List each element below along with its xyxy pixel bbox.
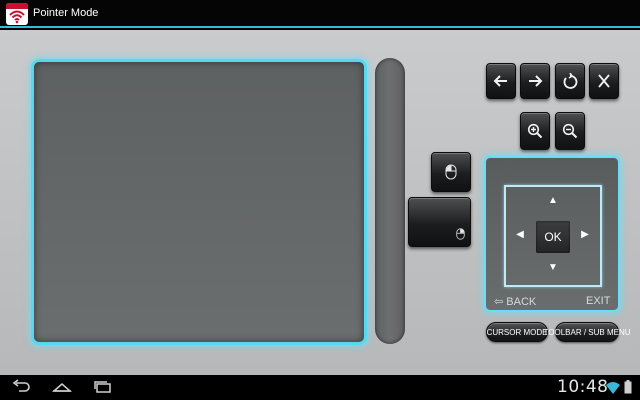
left-click-button[interactable]: [431, 152, 471, 192]
zoom-out-icon: [562, 123, 578, 139]
back-button[interactable]: [486, 63, 516, 99]
window-title: Pointer Mode: [33, 7, 99, 19]
dpad-up-button[interactable]: ▲: [546, 196, 560, 208]
arrow-right-icon: [527, 74, 543, 88]
dpad-left-button[interactable]: ◀: [513, 230, 527, 242]
clock: 10:48: [557, 377, 609, 397]
mouse-right-button-icon: [456, 228, 465, 240]
system-nav-bar: 10:48: [0, 375, 640, 400]
title-bar: Pointer Mode: [0, 0, 640, 28]
main-content: ▲ ▼ ◀ ▶ OK ⇦ BACK EXIT CURSOR MODE TOOLB…: [0, 30, 640, 375]
cursor-mode-button[interactable]: CURSOR MODE: [486, 322, 548, 342]
recent-apps-icon[interactable]: [92, 379, 114, 400]
exit-link[interactable]: EXIT: [586, 295, 610, 307]
dpad-down-button[interactable]: ▼: [546, 263, 560, 275]
zoom-in-button[interactable]: [520, 112, 550, 150]
home-icon[interactable]: [51, 379, 73, 400]
back-icon[interactable]: [10, 379, 32, 400]
scroll-strip[interactable]: [375, 58, 405, 344]
dpad: ▲ ▼ ◀ ▶ OK: [504, 185, 602, 287]
zoom-in-icon: [527, 123, 543, 139]
close-x-icon: [597, 73, 611, 89]
touchpad-area[interactable]: [31, 59, 367, 345]
arrow-left-icon: [493, 74, 509, 88]
back-link[interactable]: ⇦ BACK: [494, 295, 536, 308]
battery-icon: [624, 380, 632, 399]
right-click-button[interactable]: [408, 197, 471, 247]
mouse-left-button-icon: [445, 164, 457, 180]
wifi-signal-icon: [6, 3, 28, 25]
forward-button[interactable]: [520, 63, 550, 99]
ok-button[interactable]: OK: [536, 221, 570, 253]
close-button[interactable]: [589, 63, 619, 99]
zoom-out-button[interactable]: [555, 112, 585, 150]
rotate-icon: [562, 73, 578, 89]
toolbar-sub-menu-button[interactable]: TOOLBAR / SUB MENU: [544, 322, 631, 342]
wifi-icon: [606, 381, 620, 399]
dpad-right-button[interactable]: ▶: [578, 230, 592, 242]
dpad-panel: ▲ ▼ ◀ ▶ OK ⇦ BACK EXIT: [484, 156, 620, 312]
reload-button[interactable]: [555, 63, 585, 99]
